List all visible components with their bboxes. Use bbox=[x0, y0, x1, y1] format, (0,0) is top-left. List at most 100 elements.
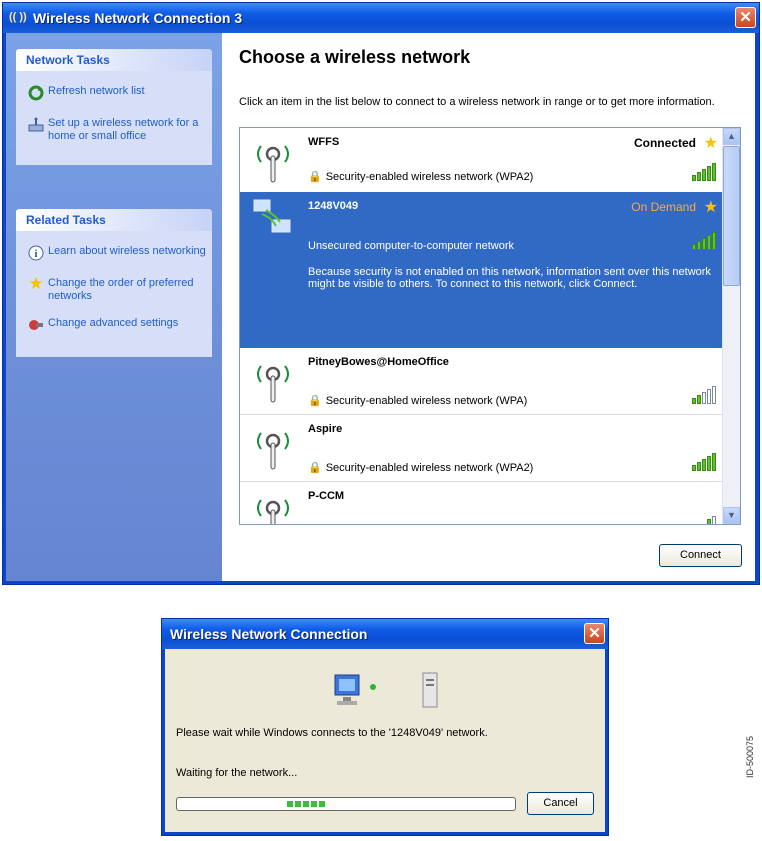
task-pane: Network Tasks Refresh network list Set u… bbox=[6, 33, 222, 581]
network-row-pitneybowes[interactable]: PitneyBowes@HomeOffice 🔒 Security-enabled… bbox=[240, 348, 724, 414]
task-label: Set up a wireless network for a home or … bbox=[48, 117, 199, 142]
signal-bar bbox=[702, 392, 706, 404]
signal-bar bbox=[707, 456, 711, 471]
network-row-aspire[interactable]: Aspire 🔒 Security-enabled wireless networ… bbox=[240, 415, 724, 481]
network-details: Because security is not enabled on this … bbox=[308, 266, 711, 290]
network-row-wffs[interactable]: WFFS Connected ★ 🔒 Security-enabled wirel… bbox=[240, 128, 724, 192]
wireless-antenna-icon bbox=[257, 145, 289, 183]
signal-bar bbox=[702, 238, 706, 250]
task-setup-wireless-network[interactable]: Set up a wireless network for a home or … bbox=[24, 117, 206, 143]
title-bar[interactable]: (( )) Wireless Network Connection 3 ✕ bbox=[3, 3, 759, 33]
signal-bar bbox=[697, 241, 701, 250]
svg-text:i: i bbox=[35, 249, 38, 260]
related-tasks-box: Related Tasks i Learn about wireless net… bbox=[16, 209, 212, 357]
signal-bar bbox=[712, 516, 716, 524]
signal-bar bbox=[712, 453, 716, 471]
task-label: Change advanced settings bbox=[48, 317, 179, 329]
task-learn-about-wireless[interactable]: i Learn about wireless networking bbox=[24, 245, 206, 263]
signal-bar bbox=[707, 389, 711, 404]
progress-block bbox=[295, 801, 301, 807]
network-list-scrollbar[interactable]: ▲ ▼ bbox=[722, 128, 740, 524]
signal-bar bbox=[712, 386, 716, 404]
close-button[interactable]: ✕ bbox=[735, 7, 756, 28]
task-change-advanced-settings[interactable]: Change advanced settings bbox=[24, 317, 206, 335]
connecting-message: Please wait while Windows connects to th… bbox=[176, 727, 488, 739]
preferred-star-icon: ★ bbox=[703, 135, 718, 152]
setup-wireless-icon bbox=[24, 117, 48, 135]
lock-icon: 🔒 bbox=[308, 395, 322, 407]
security-text: Security-enabled wireless network (WPA) bbox=[325, 395, 528, 407]
connecting-dialog: Wireless Network Connection ✕ Please wai… bbox=[161, 618, 609, 836]
network-security: 🔒 Security-enabled wireless network (WPA) bbox=[308, 394, 527, 407]
network-status: On Demand bbox=[631, 200, 696, 214]
signal-strength-icon bbox=[692, 386, 716, 404]
network-tasks-list: Refresh network list Set up a wireless n… bbox=[16, 71, 212, 165]
window-client-area: Network Tasks Refresh network list Set u… bbox=[6, 33, 755, 581]
scroll-up-button[interactable]: ▲ bbox=[723, 128, 740, 145]
signal-bar bbox=[697, 462, 701, 471]
signal-bar bbox=[707, 166, 711, 181]
lock-icon: 🔒 bbox=[308, 462, 322, 474]
task-change-order-preferred[interactable]: ★ Change the order of preferred networks bbox=[24, 274, 206, 303]
security-text: Security-enabled wireless network (WPA2) bbox=[325, 462, 534, 474]
network-security: Unsecured computer-to-computer network bbox=[308, 240, 515, 252]
wireless-network-window: (( )) Wireless Network Connection 3 ✕ Ne… bbox=[2, 2, 760, 585]
related-tasks-list: i Learn about wireless networking ★ Chan… bbox=[16, 231, 212, 357]
page-title: Choose a wireless network bbox=[239, 47, 471, 67]
progress-block bbox=[311, 801, 317, 807]
window-title: Wireless Network Connection 3 bbox=[33, 10, 243, 26]
network-tasks-box: Network Tasks Refresh network list Set u… bbox=[16, 49, 212, 165]
signal-strength-icon bbox=[707, 516, 716, 524]
scroll-thumb[interactable] bbox=[723, 146, 740, 286]
signal-bar bbox=[692, 398, 696, 404]
signal-strength-icon bbox=[692, 453, 716, 471]
computer-to-computer-icon bbox=[253, 199, 291, 233]
dialog-title: Wireless Network Connection bbox=[170, 626, 368, 642]
instructions-text: Click an item in the list below to conne… bbox=[239, 96, 715, 108]
related-tasks-header: Related Tasks bbox=[16, 209, 212, 231]
signal-strength-icon bbox=[692, 163, 716, 181]
waiting-status: Waiting for the network... bbox=[176, 767, 298, 779]
network-row-p-ccm[interactable]: P-CCM bbox=[240, 482, 724, 524]
dialog-close-button[interactable]: ✕ bbox=[584, 623, 605, 644]
network-security: 🔒 Security-enabled wireless network (WPA2… bbox=[308, 461, 533, 474]
network-name: Aspire bbox=[308, 423, 343, 435]
signal-bar bbox=[692, 244, 696, 250]
signal-bar bbox=[692, 465, 696, 471]
network-tasks-header: Network Tasks bbox=[16, 49, 212, 71]
figure-id: ID-500075 bbox=[745, 735, 755, 778]
network-name: 1248V049 bbox=[308, 200, 359, 212]
signal-strength-icon bbox=[692, 232, 716, 250]
scroll-down-button[interactable]: ▼ bbox=[723, 507, 740, 524]
progress-block bbox=[287, 801, 293, 807]
lock-icon: 🔒 bbox=[308, 171, 322, 183]
signal-bar bbox=[712, 232, 716, 250]
wireless-antenna-icon bbox=[257, 432, 289, 470]
info-icon: i bbox=[24, 245, 48, 263]
security-text: Security-enabled wireless network (WPA2) bbox=[325, 171, 534, 183]
refresh-icon bbox=[24, 85, 48, 103]
star-icon: ★ bbox=[28, 274, 44, 293]
wireless-antenna-icon bbox=[257, 365, 289, 403]
wireless-antenna-icon bbox=[257, 499, 289, 524]
network-security: 🔒 Security-enabled wireless network (WPA2… bbox=[308, 170, 533, 183]
dialog-title-bar[interactable]: Wireless Network Connection ✕ bbox=[162, 619, 608, 649]
task-label: Refresh network list bbox=[48, 85, 145, 97]
network-row-1248v049[interactable]: 1248V049 On Demand ★ Unsecured computer-… bbox=[240, 192, 724, 348]
connection-progress-bar bbox=[176, 797, 516, 811]
settings-icon bbox=[24, 317, 48, 335]
dialog-body: Please wait while Windows connects to th… bbox=[165, 649, 605, 832]
task-refresh-network-list[interactable]: Refresh network list bbox=[24, 85, 206, 103]
signal-bar bbox=[692, 175, 696, 181]
signal-bar bbox=[707, 519, 711, 524]
network-status: Connected bbox=[633, 136, 696, 150]
signal-bar bbox=[697, 395, 701, 404]
connect-button[interactable]: Connect bbox=[659, 544, 742, 567]
computer-to-network-icon bbox=[334, 672, 438, 708]
cancel-button[interactable]: Cancel bbox=[527, 792, 594, 815]
preferred-star-icon: ★ bbox=[703, 199, 718, 216]
wireless-antenna-icon: (( )) bbox=[9, 11, 27, 23]
signal-bar bbox=[707, 235, 711, 250]
task-label: Change the order of preferred networks bbox=[48, 277, 194, 302]
signal-bar bbox=[702, 459, 706, 471]
